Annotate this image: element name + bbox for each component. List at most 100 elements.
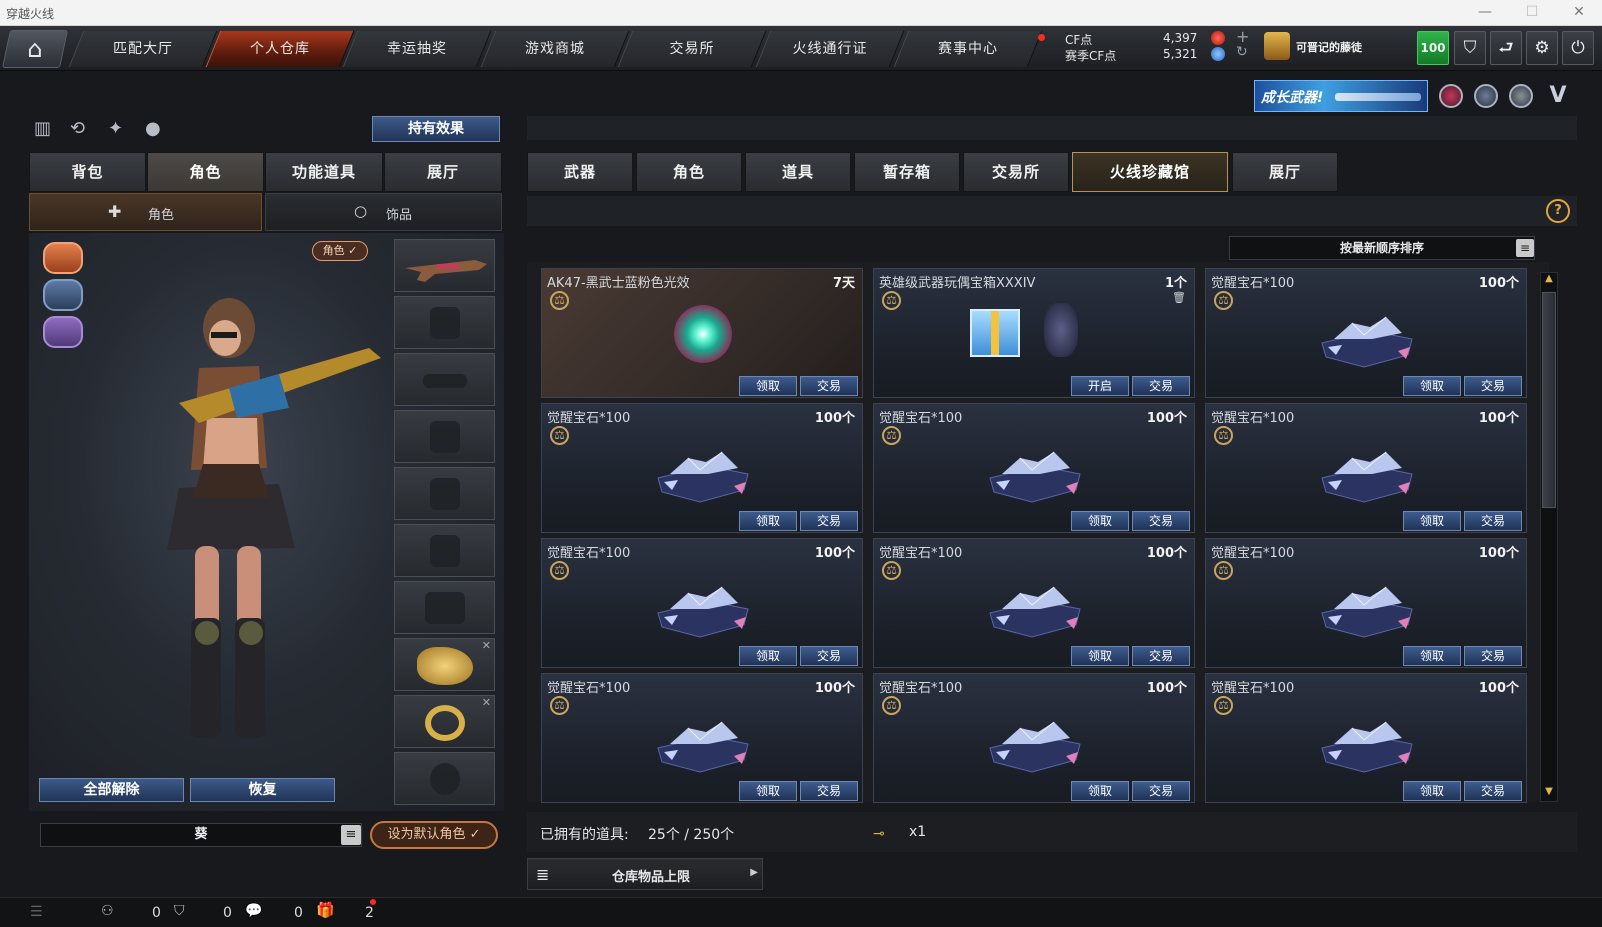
pose-icon[interactable]: ✦ <box>108 118 132 142</box>
right-tab[interactable]: 道具 <box>745 152 851 192</box>
minimize-button[interactable]: — <box>1462 0 1508 26</box>
hold-effect-button[interactable]: 持有效果 <box>372 116 500 142</box>
list-icon[interactable]: ☰ <box>30 904 43 920</box>
trade-button[interactable]: 交易 <box>1132 781 1190 801</box>
right-tab[interactable]: 火线珍藏馆 <box>1072 152 1228 192</box>
back-slot[interactable] <box>394 467 495 520</box>
item-card[interactable]: 觉醒宝石*100 100个 ⚖ 领取 交易 <box>541 673 863 803</box>
trade-button[interactable]: 交易 <box>1464 376 1522 396</box>
emblem-icon[interactable] <box>1509 84 1533 108</box>
unequip-icon[interactable]: ✕ <box>482 696 491 709</box>
v-icon[interactable]: V <box>1546 84 1570 108</box>
subtab-accessory[interactable]: ○ 饰品 <box>265 193 502 231</box>
hand-slot[interactable] <box>394 524 495 577</box>
claim-button[interactable]: 领取 <box>1071 511 1129 531</box>
sort-dropdown[interactable]: 按最新顺序排序 <box>1229 236 1535 260</box>
trade-button[interactable]: 交易 <box>800 781 858 801</box>
item-card[interactable]: 觉醒宝石*100 100个 ⚖ 领取 交易 <box>1205 403 1527 533</box>
rotate-icon[interactable]: ⟲ <box>70 118 94 142</box>
pendant-slot[interactable]: ✕ <box>394 638 495 691</box>
fire-emblem-icon[interactable] <box>43 242 83 274</box>
item-card[interactable]: 英雄级武器玩偶宝箱XXXIV 1个 ⚖ 🗑 开启 交易 <box>873 268 1195 398</box>
restore-button[interactable]: 恢复 <box>190 778 335 802</box>
friends-icon[interactable]: ⚇ <box>101 903 114 919</box>
left-tab[interactable]: 功能道具 <box>265 152 383 192</box>
claim-button[interactable]: 领取 <box>1403 376 1461 396</box>
set-default-role-button[interactable]: 设为默认角色 ✓ <box>370 821 498 849</box>
left-tab[interactable]: 角色 <box>147 152 264 192</box>
claim-button[interactable]: 领取 <box>1403 646 1461 666</box>
claim-button[interactable]: 领取 <box>1071 646 1129 666</box>
nav-tab[interactable]: 交易所 <box>617 31 767 67</box>
scroll-down-icon[interactable]: ▼ <box>1541 786 1557 800</box>
item-card[interactable]: 觉醒宝石*100 100个 ⚖ 领取 交易 <box>873 673 1195 803</box>
scrollbar-thumb[interactable] <box>1542 292 1556 508</box>
settings-button[interactable]: ⚙ <box>1526 31 1558 65</box>
waist-slot[interactable] <box>394 581 495 634</box>
right-tab[interactable]: 展厅 <box>1232 152 1338 192</box>
item-card[interactable]: 觉醒宝石*100 100个 ⚖ 领取 交易 <box>873 538 1195 668</box>
head-slot[interactable] <box>394 296 495 349</box>
open-button[interactable]: 开启 <box>1071 376 1129 396</box>
trade-button[interactable]: 交易 <box>1464 646 1522 666</box>
claim-button[interactable]: 领取 <box>1403 781 1461 801</box>
event-badge-icon[interactable] <box>1439 84 1463 108</box>
wing-emblem-icon[interactable] <box>43 279 83 311</box>
growth-weapon-banner[interactable]: 成长武器! <box>1254 80 1428 112</box>
left-tab[interactable]: 展厅 <box>384 152 502 192</box>
trade-button[interactable]: 交易 <box>800 646 858 666</box>
right-tab[interactable]: 角色 <box>636 152 742 192</box>
clan-icon[interactable]: ⛉ <box>174 903 185 919</box>
claim-button[interactable]: 领取 <box>739 511 797 531</box>
nav-tab[interactable]: 火线通行证 <box>755 31 905 67</box>
help-icon[interactable]: ? <box>1546 199 1570 223</box>
claim-button[interactable]: 领取 <box>739 781 797 801</box>
character-name-field[interactable]: 葵 <box>40 823 362 847</box>
item-card[interactable]: 觉醒宝石*100 100个 ⚖ 领取 交易 <box>1205 538 1527 668</box>
trade-button[interactable]: 交易 <box>800 376 858 396</box>
item-card[interactable]: 觉醒宝石*100 100个 ⚖ 领取 交易 <box>1205 268 1527 398</box>
weapon-slot[interactable] <box>394 239 495 292</box>
nav-tab[interactable]: 游戏商城 <box>480 31 630 67</box>
trade-button[interactable]: 交易 <box>1132 511 1190 531</box>
item-card[interactable]: 觉醒宝石*100 100个 ⚖ 领取 交易 <box>873 403 1195 533</box>
ring-slot[interactable]: ✕ <box>394 695 495 748</box>
nav-tab[interactable]: 赛事中心 <box>893 31 1043 67</box>
chat-icon[interactable]: 💬 <box>245 903 262 919</box>
trade-button[interactable]: 交易 <box>1464 511 1522 531</box>
maximize-button[interactable]: ☐ <box>1509 0 1555 26</box>
body-slot[interactable] <box>394 410 495 463</box>
trade-button[interactable]: 交易 <box>1132 376 1190 396</box>
item-card[interactable]: 觉醒宝石*100 100个 ⚖ 领取 交易 <box>1205 673 1527 803</box>
extra-slot[interactable] <box>394 752 495 805</box>
item-card[interactable]: AK47-黑武士蓝粉色光效 7天 ⚖ 领取 交易 <box>541 268 863 398</box>
bird-emblem-icon[interactable] <box>43 316 83 348</box>
grenade-icon[interactable]: ● <box>145 118 169 142</box>
stats-icon[interactable]: ▥ <box>34 118 58 142</box>
trash-icon[interactable]: 🗑 <box>1172 291 1186 304</box>
globe-icon[interactable] <box>1474 84 1498 108</box>
gift-icon[interactable]: 🎁 <box>316 901 335 919</box>
nav-tab[interactable]: 幸运抽奖 <box>342 31 492 67</box>
item-card[interactable]: 觉醒宝石*100 100个 ⚖ 领取 交易 <box>541 538 863 668</box>
home-button[interactable]: ⌂ <box>1 30 69 68</box>
trade-button[interactable]: 交易 <box>1464 781 1522 801</box>
right-tab[interactable]: 武器 <box>527 152 633 192</box>
release-all-button[interactable]: 全部解除 <box>39 778 184 802</box>
storage-limit-button[interactable]: ≣ 仓库物品上限 ▶ <box>527 858 763 890</box>
left-tab[interactable]: 背包 <box>29 152 146 192</box>
unequip-icon[interactable]: ✕ <box>482 639 491 652</box>
claim-button[interactable]: 领取 <box>1071 781 1129 801</box>
menu-icon[interactable]: ≡ <box>341 825 361 845</box>
claim-button[interactable]: 领取 <box>739 376 797 396</box>
close-button[interactable]: ✕ <box>1556 0 1602 26</box>
nav-tab[interactable]: 个人仓库 <box>205 31 355 67</box>
scroll-up-icon[interactable]: ▲ <box>1541 273 1557 287</box>
exit-room-button[interactable]: ⮐ <box>1490 31 1522 65</box>
claim-button[interactable]: 领取 <box>739 646 797 666</box>
sort-menu-icon[interactable]: ≡ <box>1516 239 1534 257</box>
rank-icon[interactable] <box>1264 32 1290 60</box>
nav-tab[interactable]: 匹配大厅 <box>68 31 218 67</box>
right-tab[interactable]: 交易所 <box>963 152 1069 192</box>
right-tab[interactable]: 暂存箱 <box>854 152 960 192</box>
